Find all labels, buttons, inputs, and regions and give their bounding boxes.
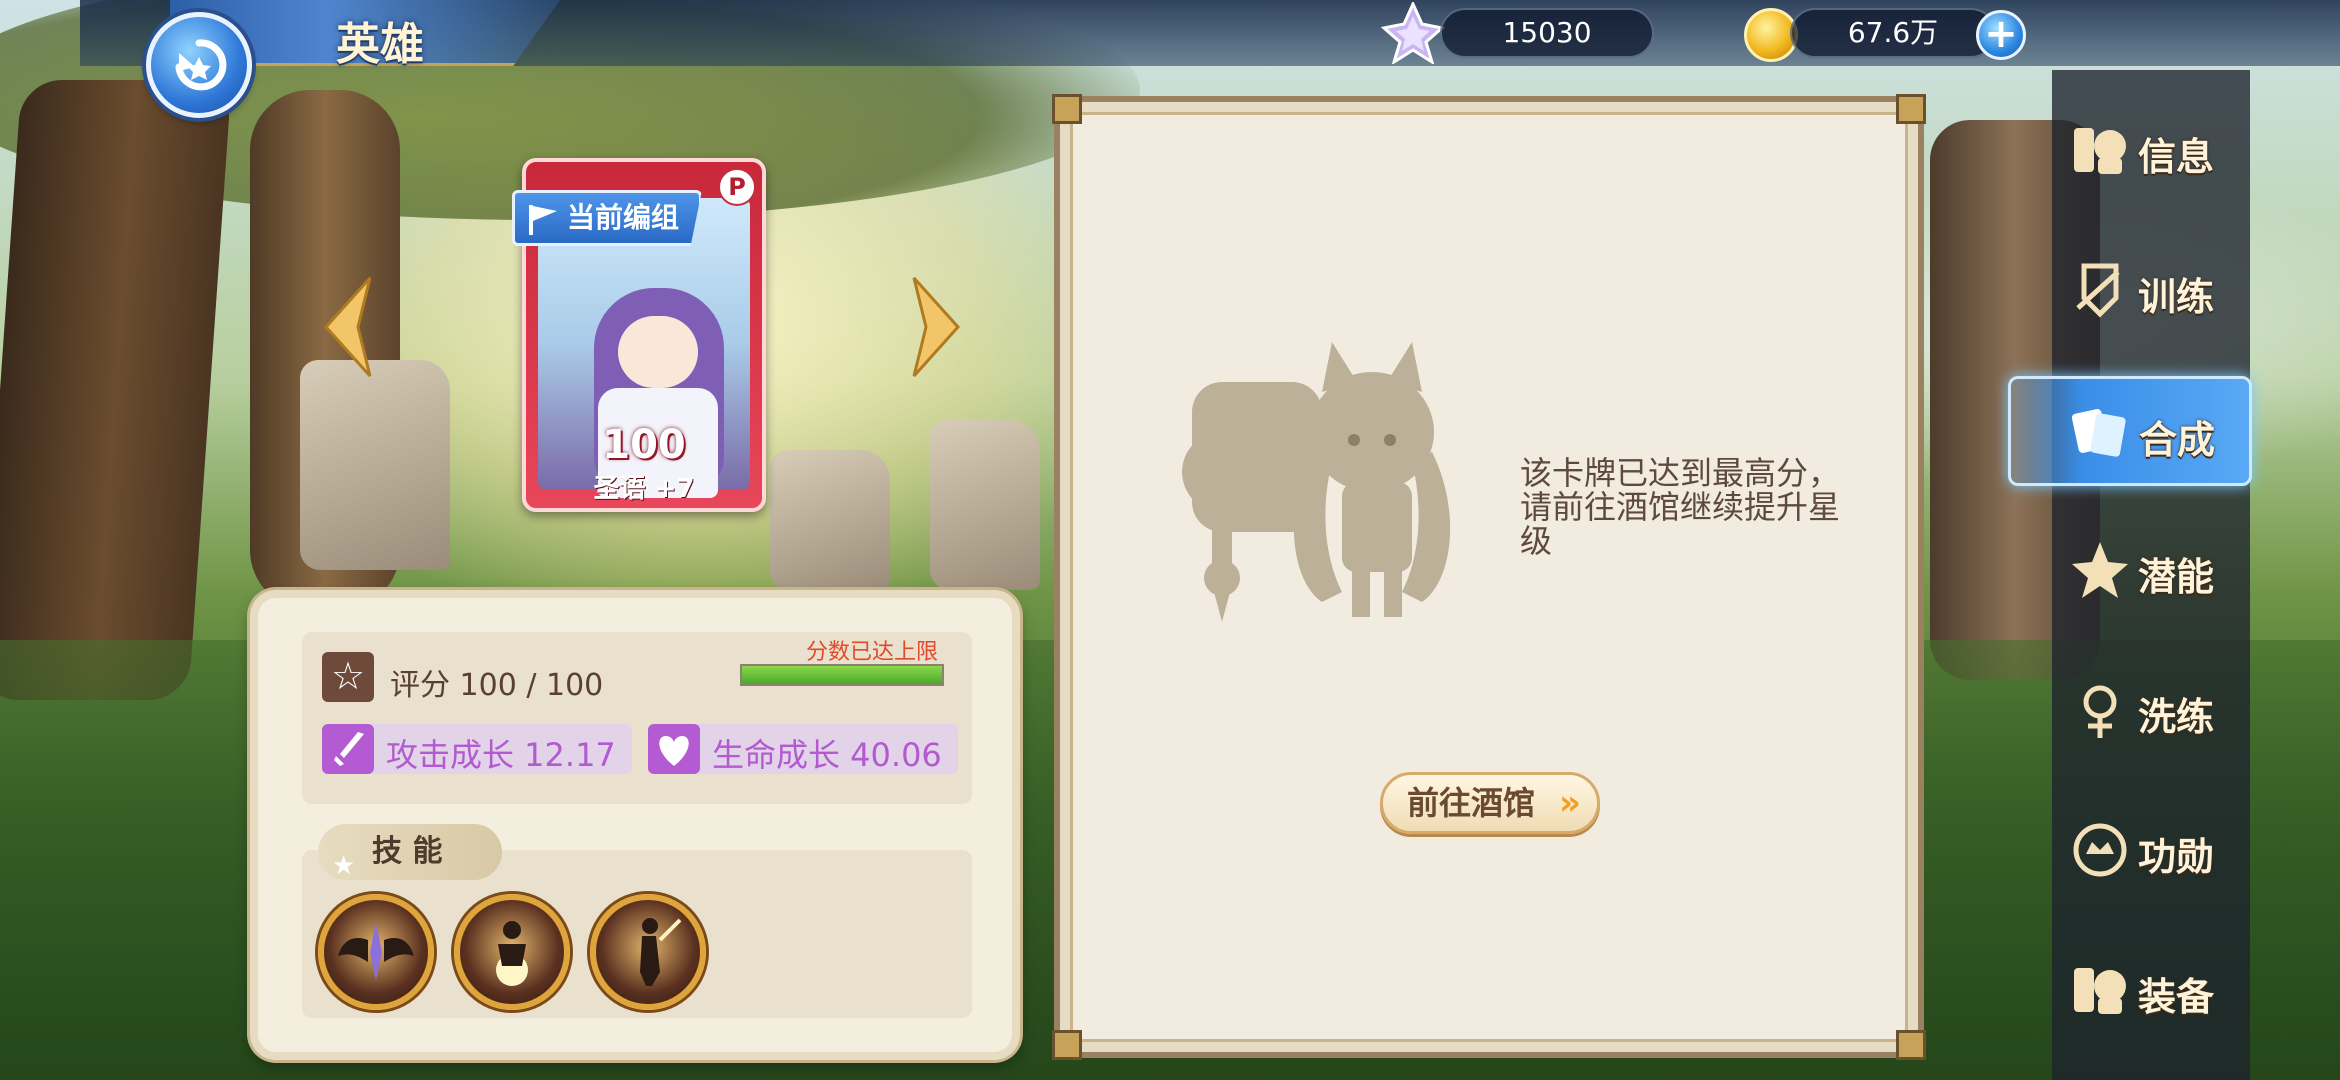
next-hero-arrow[interactable]: [906, 272, 966, 382]
flag-icon: [529, 205, 557, 235]
score-limit-text: 分数已达上限: [806, 640, 939, 665]
side-menu-item-synthesis[interactable]: 合成: [2008, 376, 2252, 486]
gold-counter: 67.6万: [1790, 8, 1996, 58]
frame-corner: [1896, 94, 1926, 124]
skill-wings-icon[interactable]: [318, 894, 434, 1010]
side-menu-label: 训练: [2138, 275, 2215, 319]
tavern-button-label: 前往酒馆: [1407, 784, 1536, 822]
side-menu-item-training[interactable]: 训练: [2058, 236, 2248, 346]
side-menu-label: 潜能: [2138, 555, 2215, 599]
merit-icon: [2073, 823, 2127, 877]
score-progress-fill: [742, 666, 942, 684]
hero-face: [618, 316, 698, 388]
gem-counter: 15030: [1440, 8, 1654, 58]
side-menu-label: 信息: [2138, 135, 2215, 179]
card-score: 100: [602, 422, 686, 468]
info-icon: [2074, 128, 2126, 174]
chevron-right-icon: »: [1559, 783, 1581, 823]
heart-icon: [648, 724, 700, 774]
rarity-badge-icon: P: [718, 168, 756, 206]
frame-corner: [1052, 1030, 1082, 1060]
go-to-tavern-button[interactable]: 前往酒馆 »: [1380, 772, 1600, 834]
side-menu-item-equipment[interactable]: 装备: [2058, 936, 2248, 1046]
rock: [930, 420, 1040, 590]
tree-trunk: [0, 80, 232, 700]
back-button[interactable]: [146, 12, 252, 118]
refine-icon: [2083, 685, 2117, 738]
team-tag-label: 当前编组: [567, 201, 680, 234]
score-label: 评分 100 / 100: [390, 668, 604, 703]
skills-tab-label: 技 能: [372, 834, 443, 869]
max-score-message: 该卡牌已达到最高分，请前往酒馆继续提升星级: [1520, 454, 1841, 560]
side-menu-label: 功勋: [2138, 835, 2215, 879]
sword-icon: [322, 724, 374, 774]
training-icon: [2076, 263, 2120, 318]
side-menu-item-potential[interactable]: 潜能: [2058, 516, 2248, 626]
side-menu-item-refine[interactable]: 洗练: [2058, 656, 2248, 766]
current-team-tag: 当前编组: [512, 190, 702, 246]
side-menu-label: 装备: [2138, 975, 2215, 1019]
equipment-icon: [2074, 968, 2126, 1014]
rock: [300, 360, 450, 570]
side-menu-label: 洗练: [2138, 695, 2215, 739]
chibi-placeholder-illustration: [1182, 342, 1451, 622]
life-growth-label: 生命成长 40.06: [712, 736, 942, 774]
attack-growth-stat: 攻击成长 12.17: [322, 724, 632, 774]
side-menu-item-merit[interactable]: 功勋: [2058, 796, 2248, 906]
star-icon: ☆: [322, 652, 374, 702]
attack-growth-label: 攻击成长 12.17: [386, 736, 616, 774]
gem-icon: [1380, 2, 1446, 64]
back-arrow-icon: [175, 39, 227, 91]
add-gold-button[interactable]: +: [1976, 10, 2026, 60]
star-bullet-icon: ★: [332, 851, 356, 881]
potential-icon: [2072, 542, 2128, 598]
frame-corner: [1052, 94, 1082, 124]
frame-corner: [1896, 1030, 1926, 1060]
skill-swordsman-icon[interactable]: [590, 894, 706, 1010]
page-title: 英雄: [336, 19, 424, 70]
skill-meditation-icon[interactable]: [454, 894, 570, 1010]
rock: [770, 450, 890, 590]
card-name: 圣语 +7: [593, 474, 695, 504]
side-menu-item-info[interactable]: 信息: [2058, 96, 2248, 206]
skills-tab: ★ 技 能: [318, 824, 502, 881]
life-growth-stat: 生命成长 40.06: [648, 724, 958, 774]
synthesis-icon: [2071, 409, 2126, 457]
side-menu-label: 合成: [2139, 418, 2216, 462]
score-progress-bar: [740, 664, 944, 686]
previous-hero-arrow[interactable]: [318, 272, 378, 382]
